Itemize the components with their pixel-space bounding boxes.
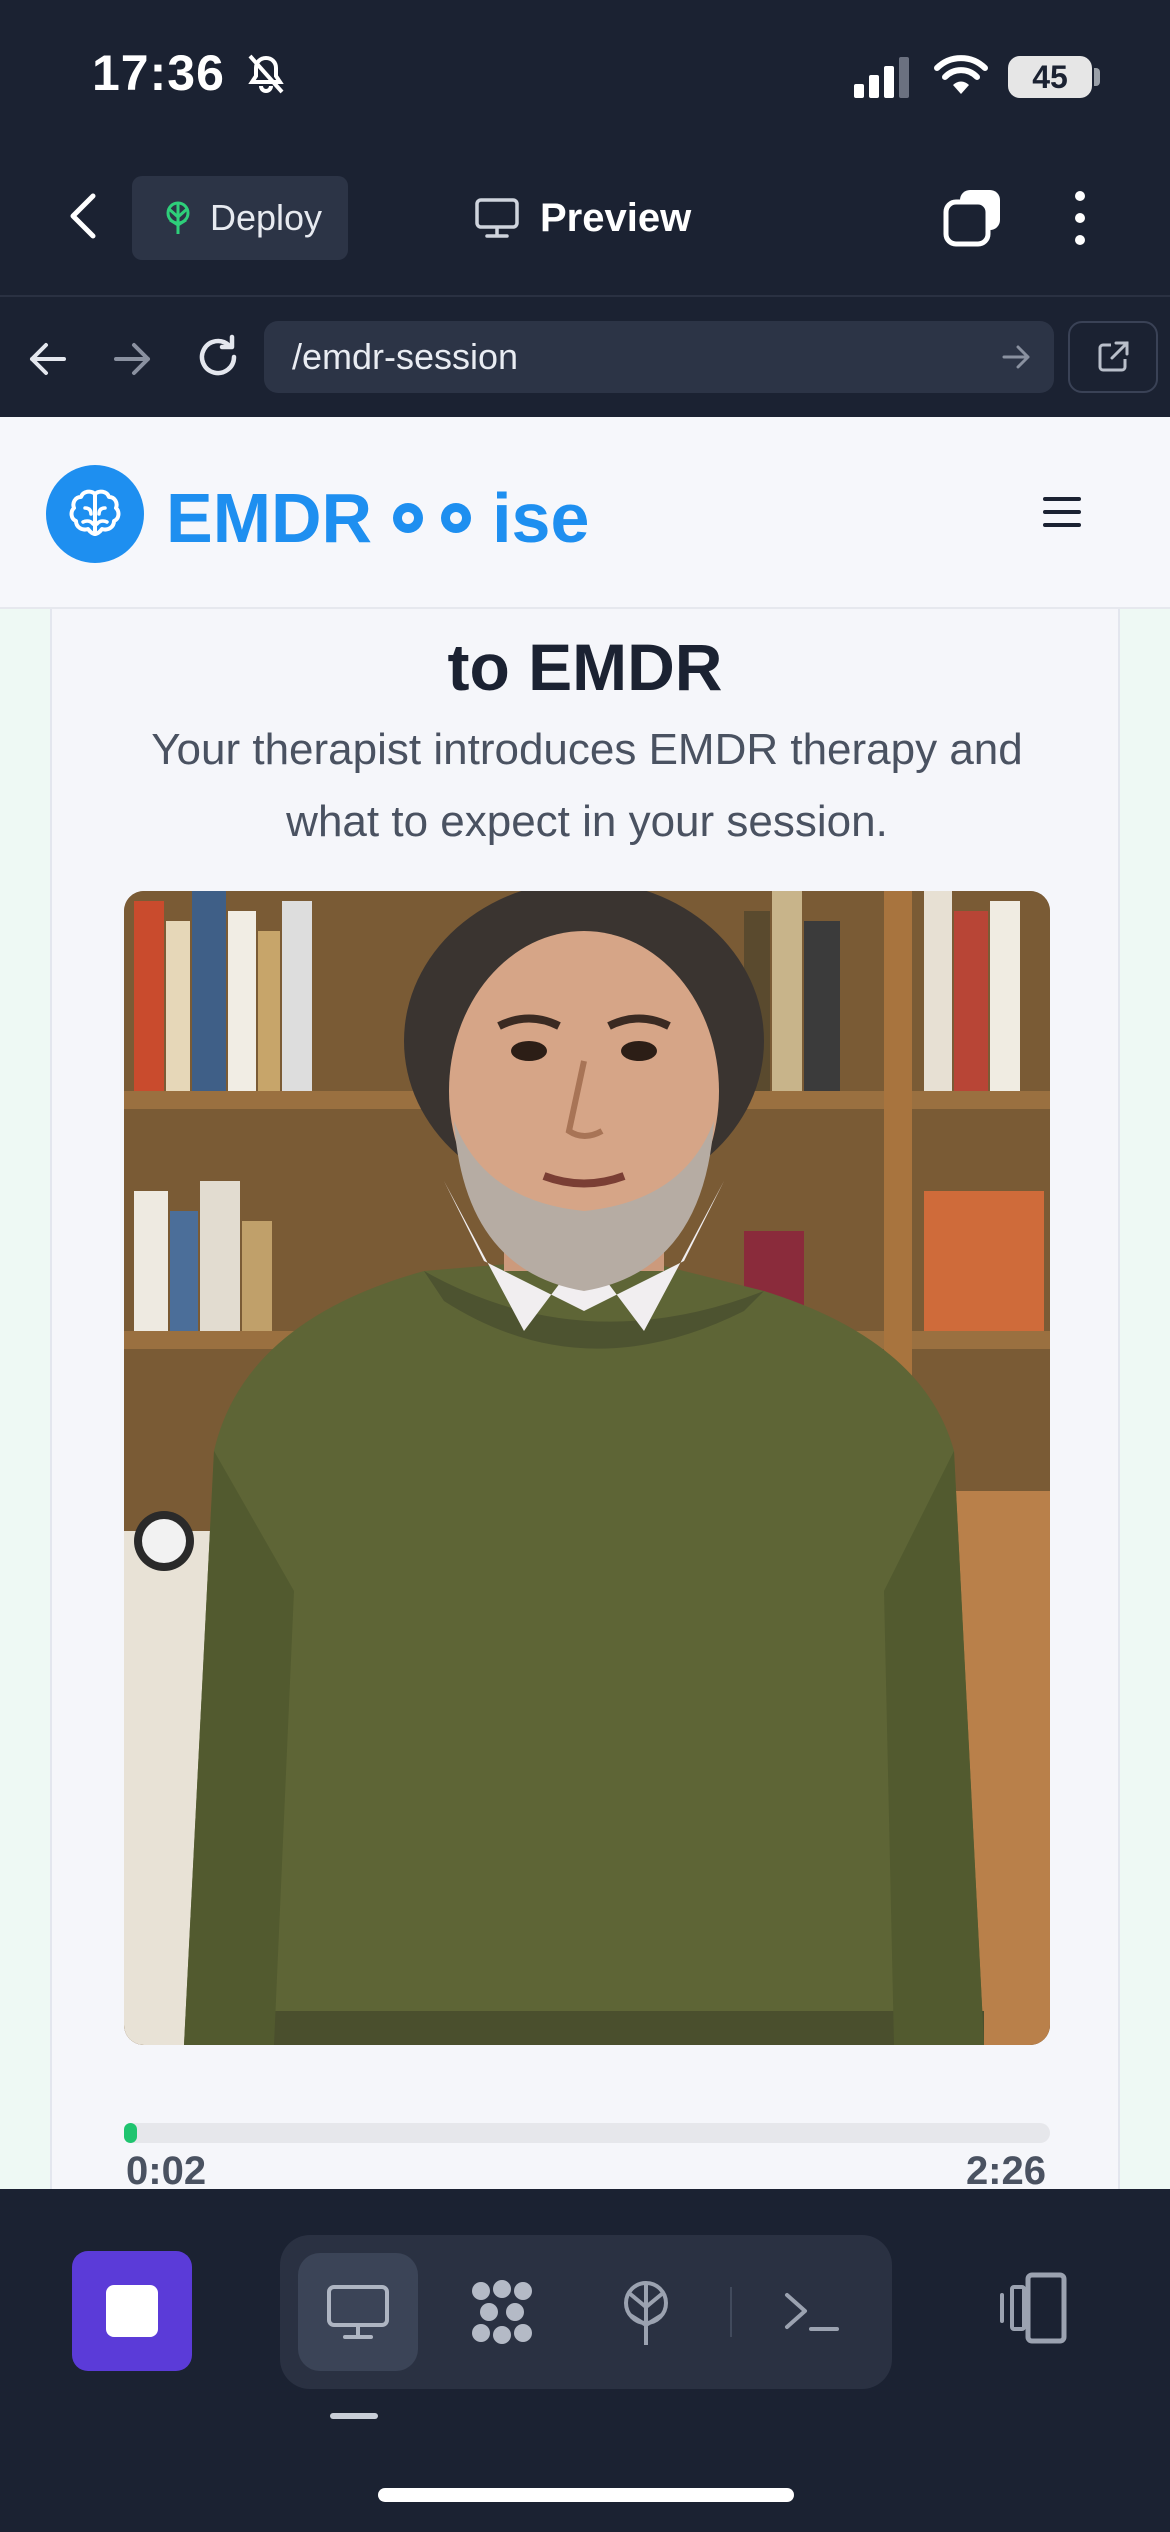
tool-deploy[interactable] xyxy=(586,2253,706,2371)
tool-preview[interactable] xyxy=(298,2253,418,2371)
grid-dots-icon xyxy=(472,2280,532,2344)
open-external-button[interactable] xyxy=(1068,321,1158,393)
therapist-video-frame xyxy=(124,891,1050,2045)
video-progress-fill xyxy=(124,2123,137,2143)
app-bar: Deploy Preview xyxy=(0,150,1170,295)
tool-terminal[interactable] xyxy=(752,2253,872,2371)
tool-divider xyxy=(730,2287,732,2337)
preview-label: Preview xyxy=(540,195,692,240)
tabs-icon[interactable] xyxy=(942,186,1004,248)
video-progress-bar[interactable] xyxy=(124,2123,1050,2143)
battery-indicator: 45 xyxy=(1008,56,1092,98)
arrow-go-icon[interactable] xyxy=(1000,341,1032,373)
eye-dots-icon xyxy=(393,503,472,533)
status-time: 17:36 xyxy=(92,45,225,101)
arrow-left-icon[interactable] xyxy=(24,335,72,383)
deploy-tree-icon xyxy=(624,2281,668,2345)
bell-off-icon xyxy=(248,54,284,94)
web-viewport: to EMDR Your therapist introduces EMDR t… xyxy=(0,417,1170,2189)
chevron-left-icon[interactable] xyxy=(55,186,115,246)
reload-icon[interactable] xyxy=(192,331,244,383)
status-bar: 17:36 45 xyxy=(0,0,1170,150)
url-row: /emdr-session xyxy=(0,295,1170,417)
preview-tab[interactable]: Preview xyxy=(474,188,691,248)
bottom-toolbar xyxy=(0,2189,1170,2532)
kebab-menu-icon[interactable] xyxy=(1062,188,1098,248)
brain-icon xyxy=(69,489,121,536)
url-text: /emdr-session xyxy=(292,336,519,377)
logo-badge[interactable] xyxy=(46,465,144,563)
device-switch-icon[interactable] xyxy=(990,2263,1080,2353)
brand-right: ise xyxy=(492,479,590,557)
tool-group xyxy=(280,2235,892,2389)
active-tool-indicator xyxy=(330,2413,378,2419)
brand-logo[interactable]: EMDR ise xyxy=(166,473,589,563)
brand-left: EMDR xyxy=(166,479,373,557)
signal-icon xyxy=(854,57,909,98)
monitor-icon xyxy=(475,198,519,238)
tool-grid[interactable] xyxy=(442,2253,562,2371)
external-link-icon xyxy=(1098,341,1129,372)
deploy-button[interactable]: Deploy xyxy=(132,176,348,260)
card-title: to EMDR xyxy=(447,630,723,704)
wifi-icon xyxy=(934,55,988,94)
url-field[interactable]: /emdr-session xyxy=(264,321,1054,393)
battery-tip xyxy=(1094,68,1100,86)
arrow-right-icon[interactable] xyxy=(108,335,156,383)
card-subtitle: Your therapist introduces EMDR therapy a… xyxy=(151,725,1023,846)
deploy-tree-icon xyxy=(166,201,190,234)
deploy-label: Deploy xyxy=(210,197,323,238)
current-time: 0:02 xyxy=(126,2149,207,2189)
total-time: 2:26 xyxy=(965,2149,1046,2189)
terminal-icon xyxy=(785,2293,839,2331)
therapist-video[interactable] xyxy=(124,891,1050,2045)
home-indicator xyxy=(378,2488,794,2502)
stop-icon xyxy=(106,2285,158,2337)
monitor-icon xyxy=(327,2285,389,2339)
session-card: to EMDR Your therapist introduces EMDR t… xyxy=(50,609,1120,2189)
site-header: EMDR ise xyxy=(0,417,1170,609)
stop-button[interactable] xyxy=(72,2251,192,2371)
hamburger-icon[interactable] xyxy=(1042,495,1082,529)
